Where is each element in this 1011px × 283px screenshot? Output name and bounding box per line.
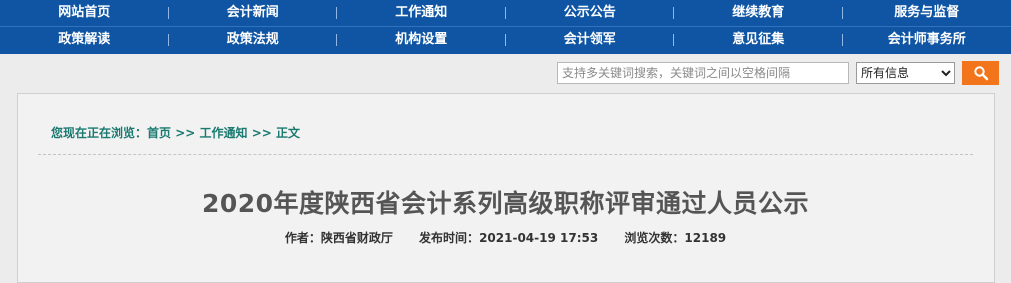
article-title: 2020年度陕西省会计系列高级职称评审通过人员公示 [0, 184, 1011, 220]
nav-row-1: 网站首页 会计新闻 工作通知 公示公告 继续教育 服务与监督 [0, 0, 1011, 26]
breadcrumb: 您现在正在浏览：首页 >> 工作通知 >> 正文 [51, 124, 300, 141]
nav-item-announcements[interactable]: 公示公告 [506, 0, 675, 26]
search-input[interactable] [557, 62, 849, 84]
views-label: 浏览次数： [624, 231, 684, 245]
nav-item-organization[interactable]: 机构设置 [337, 27, 506, 53]
nav-item-home[interactable]: 网站首页 [0, 0, 169, 26]
article-views: 浏览次数：12189 [624, 231, 726, 245]
dashed-divider [38, 154, 973, 155]
date-label: 发布时间： [419, 231, 479, 245]
author-label: 作者： [285, 231, 321, 245]
nav-item-label: 公示公告 [564, 5, 616, 20]
nav-item-feedback[interactable]: 意见征集 [674, 27, 843, 53]
search-button[interactable] [962, 61, 999, 85]
search-scope-select[interactable]: 所有信息 [856, 62, 955, 84]
nav-item-label: 会计领军 [564, 32, 616, 47]
nav-item-label: 机构设置 [395, 32, 447, 47]
article-date: 发布时间：2021-04-19 17:53 [419, 231, 598, 245]
views-value: 12189 [684, 231, 726, 245]
nav-row-2: 政策解读 政策法规 机构设置 会计领军 意见征集 会计师事务所 [0, 27, 1011, 53]
breadcrumb-separator: >> [248, 126, 276, 140]
nav-item-label: 继续教育 [732, 5, 784, 20]
nav-item-service[interactable]: 服务与监督 [843, 0, 1011, 26]
breadcrumb-separator: >> [171, 126, 199, 140]
breadcrumb-section-link[interactable]: 工作通知 [200, 126, 248, 140]
nav-item-news[interactable]: 会计新闻 [169, 0, 338, 26]
nav-item-label: 服务与监督 [894, 5, 959, 20]
nav-item-notices[interactable]: 工作通知 [337, 0, 506, 26]
nav-item-label: 政策法规 [227, 32, 279, 47]
breadcrumb-home-link[interactable]: 首页 [147, 126, 171, 140]
nav-item-accounting-firms[interactable]: 会计师事务所 [843, 27, 1011, 53]
search-icon [973, 65, 989, 81]
nav-item-label: 网站首页 [58, 5, 110, 20]
breadcrumb-current: 正文 [276, 126, 300, 140]
nav-item-label: 会计新闻 [227, 5, 279, 20]
main-nav: 网站首页 会计新闻 工作通知 公示公告 继续教育 服务与监督 政策解读 政策法规… [0, 0, 1011, 54]
article-author: 作者：陕西省财政厅 [285, 231, 393, 245]
nav-item-regulations[interactable]: 政策法规 [169, 27, 338, 53]
nav-item-policy-interpretation[interactable]: 政策解读 [0, 27, 169, 53]
breadcrumb-prefix: 您现在正在浏览： [51, 126, 147, 140]
nav-item-label: 会计师事务所 [888, 32, 966, 47]
nav-item-education[interactable]: 继续教育 [674, 0, 843, 26]
nav-item-label: 工作通知 [395, 5, 447, 20]
nav-item-label: 意见征集 [732, 32, 784, 47]
article-meta: 作者：陕西省财政厅 发布时间：2021-04-19 17:53 浏览次数：121… [0, 229, 1011, 246]
date-value: 2021-04-19 17:53 [479, 231, 598, 245]
author-value: 陕西省财政厅 [321, 231, 393, 245]
nav-item-leading-talent[interactable]: 会计领军 [506, 27, 675, 53]
nav-item-label: 政策解读 [58, 32, 110, 47]
